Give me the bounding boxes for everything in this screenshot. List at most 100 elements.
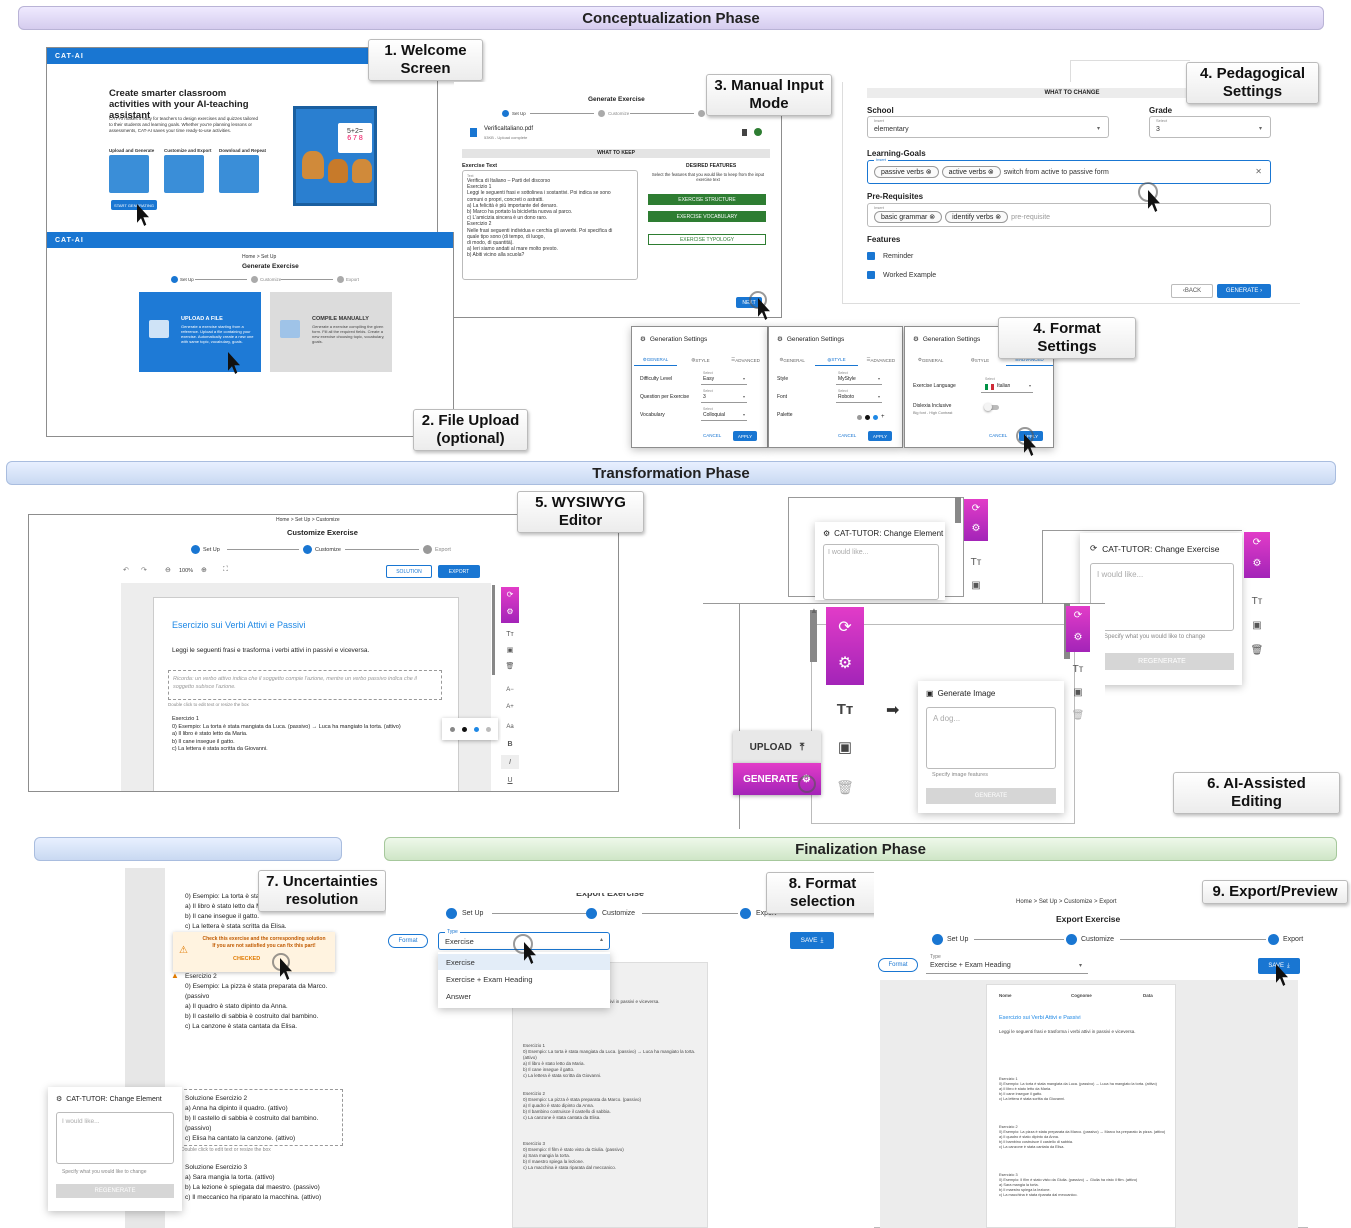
goal-chip[interactable]: passive verbs ⊗: [874, 166, 939, 178]
exercise-lines[interactable]: 0) Esempio: La pizza è stata preparata d…: [185, 982, 343, 1032]
regenerate-button[interactable]: REGENERATE: [1090, 653, 1234, 670]
dropdown-option[interactable]: Exercise: [446, 958, 475, 967]
setting-select[interactable]: Select Roboto ▾: [836, 389, 882, 403]
underline-button[interactable]: U: [501, 773, 519, 787]
fullscreen-icon[interactable]: ⛶: [223, 566, 228, 574]
italic-button[interactable]: I: [501, 755, 519, 769]
delete-icon[interactable]: 🗑: [1247, 643, 1267, 657]
text-size-icon[interactable]: Tт: [501, 627, 519, 641]
bold-button[interactable]: B: [501, 737, 519, 751]
checkbox-checked-icon[interactable]: [867, 252, 875, 260]
add-color-icon[interactable]: +: [881, 414, 885, 420]
change-element-input[interactable]: I would like...: [56, 1112, 174, 1164]
add-image-icon[interactable]: ▣: [1068, 685, 1088, 699]
upload-image-button[interactable]: UPLOAD ⤒: [733, 731, 821, 763]
generate-image-button[interactable]: GENERATE: [926, 788, 1056, 804]
image-prompt-input[interactable]: A dog...: [926, 707, 1056, 769]
change-exercise-input[interactable]: I would like...: [1090, 563, 1234, 631]
exercise-title[interactable]: Esercizio 2: [185, 972, 217, 981]
feature-vocabulary-button[interactable]: EXERCISE VOCABULARY: [648, 211, 766, 222]
doc-exercise-lines[interactable]: Esercizio 1 0) Esempio: La torta è stata …: [172, 716, 401, 754]
settings-ai-icon[interactable]: ⚙: [838, 653, 852, 673]
solution-lines[interactable]: a) Sara mangia la torta. (attivo) b) La l…: [185, 1173, 321, 1203]
start-generating-button[interactable]: START GENERATING: [111, 200, 157, 210]
language-select[interactable]: Select Italian ▾: [981, 377, 1033, 393]
setting-select[interactable]: Select 3 ▾: [701, 389, 747, 403]
color-swatch[interactable]: [857, 414, 862, 420]
tab-style[interactable]: ◍ STYLE: [815, 354, 858, 366]
regenerate-button[interactable]: REGENERATE: [56, 1184, 174, 1198]
refresh-ai-icon[interactable]: ⟳: [1074, 610, 1082, 621]
refresh-ai-icon[interactable]: ⟳: [972, 503, 980, 514]
increase-font-button[interactable]: A+: [501, 700, 519, 714]
scrollbar[interactable]: [810, 610, 817, 662]
clear-icon[interactable]: ✕: [1255, 167, 1262, 176]
prereq-chip[interactable]: basic grammar ⊗: [874, 211, 943, 223]
tab-advanced[interactable]: ☰ ADVANCED: [860, 354, 902, 366]
generate-button[interactable]: GENERATE ›: [1217, 284, 1271, 298]
zoom-out-icon[interactable]: ⊖: [165, 566, 171, 574]
scroll-up-icon[interactable]: ▲: [810, 606, 818, 615]
checked-button[interactable]: CHECKED: [233, 956, 260, 962]
refresh-ai-icon[interactable]: ⟳: [838, 617, 851, 637]
solution-title[interactable]: Soluzione Esercizio 2: [185, 1094, 247, 1103]
text-size-icon[interactable]: Tт: [826, 692, 864, 726]
upload-file-card[interactable]: UPLOAD A FILE Generate a exercise starti…: [139, 292, 261, 372]
format-toggle-button[interactable]: Format: [388, 934, 428, 948]
checkbox-checked-icon[interactable]: [867, 271, 875, 279]
cancel-button[interactable]: CANCEL: [703, 433, 721, 438]
color-swatch[interactable]: [449, 726, 455, 732]
refresh-ai-icon[interactable]: ⟳: [1253, 537, 1261, 548]
text-size-icon[interactable]: Tт: [1247, 594, 1267, 608]
settings-ai-icon[interactable]: ⚙: [1074, 632, 1083, 643]
grade-select[interactable]: Select 3 ▾: [1149, 116, 1271, 138]
tab-advanced[interactable]: ☰ ADVANCED: [724, 354, 767, 366]
color-swatch[interactable]: [461, 726, 467, 732]
change-element-input[interactable]: I would like...: [823, 544, 939, 600]
tab-style[interactable]: ◍ STYLE: [679, 354, 722, 366]
add-image-icon[interactable]: ▣: [501, 643, 519, 657]
doc-reminder-box[interactable]: Ricorda: un verbo attivo indica che il s…: [168, 670, 442, 700]
type-select[interactable]: Type Exercise + Exam Heading ▾: [926, 954, 1088, 974]
color-swatch[interactable]: [473, 726, 479, 732]
exercise-text-area[interactable]: Text Verifica di Italiano – Parti del di…: [462, 170, 638, 280]
decrease-font-button[interactable]: A−: [501, 683, 519, 697]
save-button[interactable]: SAVE ⤓: [790, 932, 834, 949]
color-swatch[interactable]: [865, 414, 870, 420]
settings-ai-icon[interactable]: ⚙: [972, 523, 981, 534]
tab-general[interactable]: ⚙ GENERAL: [634, 354, 677, 366]
tab-general[interactable]: ⚙ GENERAL: [771, 354, 813, 366]
solution-title[interactable]: Soluzione Esercizio 3: [185, 1163, 247, 1172]
feature-typology-button[interactable]: EXERCISE TYPOLOGY: [648, 234, 766, 245]
feature-worked-example[interactable]: Worked Example: [867, 271, 936, 279]
solution-button[interactable]: SOLUTION: [386, 565, 432, 578]
settings-ai-icon[interactable]: ⚙: [506, 607, 513, 616]
settings-ai-icon[interactable]: ⚙: [1253, 558, 1262, 569]
back-button[interactable]: ‹ BACK: [1171, 284, 1213, 298]
solution-lines[interactable]: a) Anna ha dipinto il quadro. (attivo) b)…: [185, 1104, 343, 1144]
export-button[interactable]: EXPORT: [438, 565, 480, 578]
color-swatch[interactable]: [485, 726, 491, 732]
delete-icon[interactable]: 🗑: [1068, 708, 1088, 722]
compile-manually-card[interactable]: COMPILE MANUALLY Generate a exercise com…: [270, 292, 392, 372]
add-image-icon[interactable]: ▣: [1247, 618, 1267, 632]
tab-general[interactable]: ⚙ GENERAL: [907, 354, 954, 366]
tab-style[interactable]: ◍ STYLE: [956, 354, 1003, 366]
apply-button[interactable]: APPLY: [733, 431, 757, 441]
cancel-button[interactable]: CANCEL: [989, 433, 1007, 438]
redo-icon[interactable]: ↷: [141, 566, 147, 574]
text-size-icon[interactable]: Tт: [1068, 662, 1088, 676]
delete-icon[interactable]: 🗑: [501, 659, 519, 673]
doc-instructions[interactable]: Leggi le seguenti frasi e trasforma i ve…: [172, 646, 369, 655]
dropdown-option[interactable]: Exercise + Exam Heading: [446, 975, 533, 984]
setting-select[interactable]: Select MyStyle ▾: [836, 371, 882, 385]
delete-icon[interactable]: 🗑: [826, 770, 864, 804]
text-size-icon[interactable]: Tт: [966, 555, 986, 569]
undo-icon[interactable]: ↶: [123, 566, 129, 574]
prereq-chip[interactable]: identify verbs ⊗: [945, 211, 1009, 223]
cancel-button[interactable]: CANCEL: [838, 433, 856, 438]
scrollbar[interactable]: [955, 497, 961, 523]
goal-chip[interactable]: active verbs ⊗: [941, 166, 1001, 178]
setting-select[interactable]: Select Colloquial ▾: [701, 407, 747, 421]
delete-icon[interactable]: [742, 129, 747, 136]
